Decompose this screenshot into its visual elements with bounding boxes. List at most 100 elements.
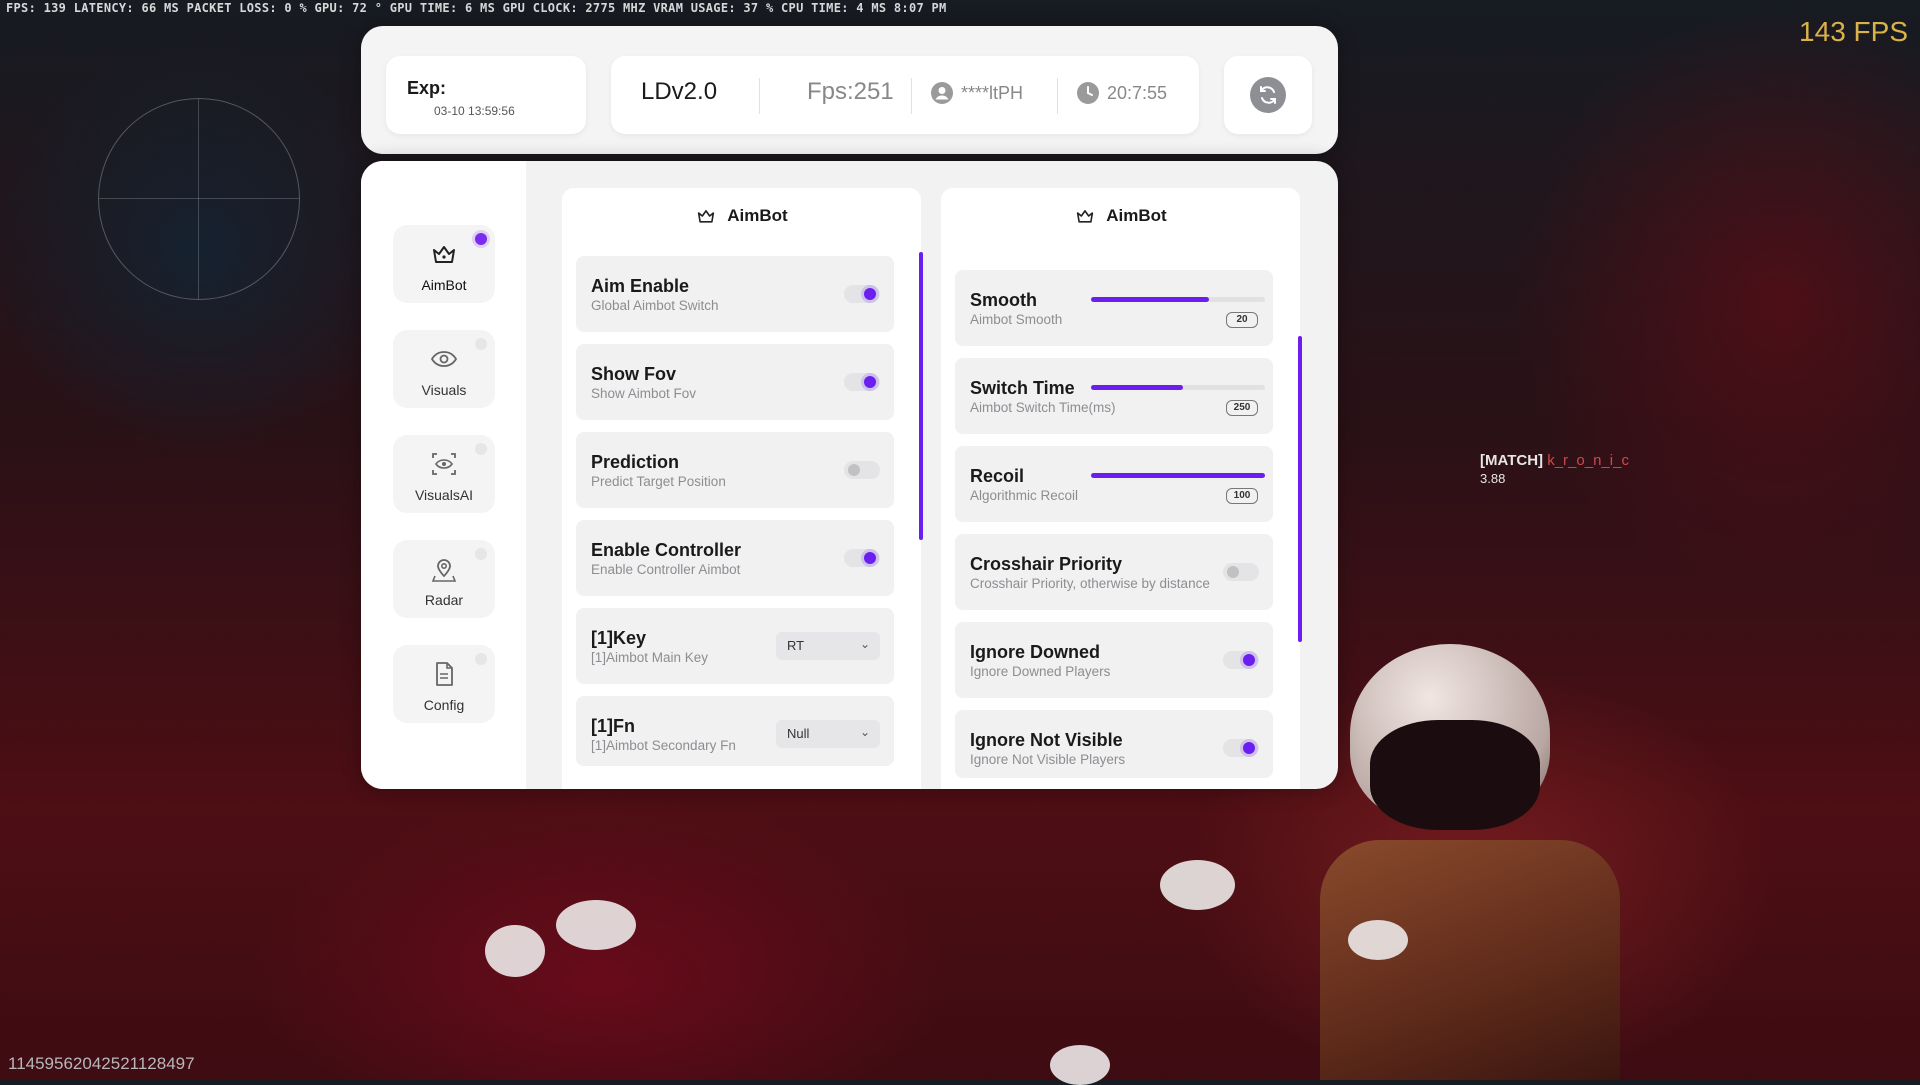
- column-title: AimBot: [727, 206, 788, 225]
- sidebar-item-label: Config: [423, 697, 465, 713]
- sidebar-item-config[interactable]: Config: [393, 645, 495, 723]
- map-pin-icon: [431, 559, 457, 582]
- setting-secondary-fn: [1]Fn [1]Aimbot Secondary Fn Null ⌄: [576, 696, 894, 766]
- crown-icon: [1077, 210, 1094, 223]
- user-icon: [931, 82, 953, 104]
- recoil-slider[interactable]: [1091, 473, 1265, 478]
- setting-title: Switch Time: [970, 378, 1075, 398]
- match-player: k_r_o_n_i_c: [1547, 452, 1629, 469]
- setting-description: [1]Aimbot Main Key: [591, 650, 709, 665]
- sidebar-item-label: Radar: [424, 592, 464, 608]
- sidebar-item-visualsai[interactable]: VisualsAI: [393, 435, 495, 513]
- aimbot-general-column: AimBot Aim Enable Global Aimbot Switch S…: [562, 188, 923, 789]
- aim-enable-toggle[interactable]: [844, 285, 880, 303]
- sidebar-item-label: AimBot: [421, 277, 467, 293]
- user-info: ****ltPH: [931, 82, 1023, 104]
- match-score: 3.88: [1480, 471, 1506, 486]
- setting-show-fov: Show Fov Show Aimbot Fov: [576, 344, 894, 420]
- sidebar-item-aimbot[interactable]: AimBot: [393, 225, 495, 303]
- info-card: LDv2.0 Fps:251 ****ltPH 20:7:55: [611, 56, 1199, 134]
- setting-main-key: [1]Key [1]Aimbot Main Key RT ⌄: [576, 608, 894, 684]
- slider-value: 20: [1226, 312, 1258, 328]
- performance-overlay: FPS: 139 LATENCY: 66 MS PACKET LOSS: 0 %…: [6, 1, 947, 15]
- fps-counter: 143 FPS: [1799, 16, 1908, 47]
- sidebar-item-label: Visuals: [421, 382, 467, 398]
- setting-enable-controller: Enable Controller Enable Controller Aimb…: [576, 520, 894, 596]
- setting-prediction: Prediction Predict Target Position: [576, 432, 894, 508]
- secondary-fn-select[interactable]: Null ⌄: [776, 720, 880, 748]
- slider-value: 250: [1226, 400, 1258, 416]
- sidebar-item-visuals[interactable]: Visuals: [393, 330, 495, 408]
- setting-title: Ignore Not Visible: [970, 730, 1123, 750]
- setting-description: Ignore Not Visible Players: [970, 752, 1126, 767]
- setting-switch-time: Switch Time Aimbot Switch Time(ms) 250: [955, 358, 1273, 434]
- inactive-indicator: [475, 548, 487, 560]
- setting-ignore-downed: Ignore Downed Ignore Downed Players: [955, 622, 1273, 698]
- crown-icon: [698, 210, 715, 223]
- top-bar: Exp: 03-10 13:59:56 LDv2.0 Fps:251 ****l…: [361, 26, 1338, 154]
- session-id: 1145956204252112849​7: [8, 1054, 195, 1073]
- sidebar-item-label: VisualsAI: [414, 487, 474, 503]
- refresh-icon: [1260, 86, 1276, 104]
- refresh-card: [1224, 56, 1312, 134]
- setting-recoil: Recoil Algorithmic Recoil 100: [955, 446, 1273, 522]
- setting-title: [1]Key: [591, 628, 647, 648]
- column-header: AimBot: [941, 188, 1300, 244]
- setting-description: Crosshair Priority, otherwise by distanc…: [970, 576, 1210, 591]
- sidebar-item-radar[interactable]: Radar: [393, 540, 495, 618]
- sidebar: AimBot Visuals VisualsAI Radar Config: [361, 161, 526, 789]
- crosshair-circle: [98, 98, 300, 300]
- column-scrollbar[interactable]: [919, 252, 923, 540]
- inactive-indicator: [475, 443, 487, 455]
- decor-light: [485, 925, 545, 977]
- setting-description: Aimbot Switch Time(ms): [970, 400, 1116, 415]
- switch-time-slider[interactable]: [1091, 385, 1265, 390]
- decor-light: [1050, 1045, 1110, 1085]
- smooth-slider[interactable]: [1091, 297, 1265, 302]
- inactive-indicator: [475, 653, 487, 665]
- enable-controller-toggle[interactable]: [844, 549, 880, 567]
- setting-description: Ignore Downed Players: [970, 664, 1111, 679]
- setting-description: Global Aimbot Switch: [591, 298, 719, 313]
- decor-light: [1160, 860, 1235, 910]
- setting-title: Smooth: [970, 290, 1037, 310]
- setting-title: [1]Fn: [591, 716, 635, 736]
- setting-description: Algorithmic Recoil: [970, 488, 1079, 503]
- eye-icon: [430, 351, 458, 367]
- setting-description: [1]Aimbot Secondary Fn: [591, 738, 736, 753]
- ignore-not-visible-toggle[interactable]: [1223, 739, 1259, 757]
- username: ****ltPH: [961, 82, 1024, 103]
- setting-title: Recoil: [970, 466, 1025, 486]
- crown-icon: [433, 246, 455, 263]
- setting-description: Enable Controller Aimbot: [591, 562, 741, 577]
- main-key-select[interactable]: RT ⌄: [776, 632, 880, 660]
- expiry-card: Exp: 03-10 13:59:56: [386, 56, 586, 134]
- crosshair-priority-toggle[interactable]: [1223, 563, 1259, 581]
- fps-display: Fps:251: [807, 78, 894, 105]
- setting-crosshair-priority: Crosshair Priority Crosshair Priority, o…: [955, 534, 1273, 610]
- refresh-button[interactable]: [1250, 77, 1286, 113]
- expiry-label: Exp:: [407, 78, 447, 98]
- setting-title: Crosshair Priority: [970, 554, 1123, 574]
- setting-title: Aim Enable: [591, 276, 690, 296]
- ignore-downed-toggle[interactable]: [1223, 651, 1259, 669]
- column-header: AimBot: [562, 188, 921, 244]
- column-scrollbar[interactable]: [1298, 336, 1302, 642]
- scan-eye-icon: [432, 453, 456, 475]
- clock-icon: [1077, 82, 1099, 104]
- chevron-down-icon: ⌄: [859, 725, 870, 739]
- decor-light: [1348, 920, 1408, 960]
- active-indicator: [475, 233, 487, 245]
- main-panel: AimBot Visuals VisualsAI Radar Config Ai…: [361, 161, 1338, 789]
- aimbot-advanced-column: AimBot Smooth Aimbot Smooth 20 Switch Ti…: [941, 188, 1302, 789]
- clock-time: 20:7:55: [1107, 82, 1168, 103]
- slider-value: 100: [1226, 488, 1258, 504]
- setting-description: Aimbot Smooth: [970, 312, 1063, 327]
- setting-aim-enable: Aim Enable Global Aimbot Switch: [576, 256, 894, 332]
- setting-title: Prediction: [591, 452, 680, 472]
- show-fov-toggle[interactable]: [844, 373, 880, 391]
- prediction-toggle[interactable]: [844, 461, 880, 479]
- setting-title: Ignore Downed: [970, 642, 1100, 662]
- setting-title: Enable Controller: [591, 540, 742, 560]
- setting-smooth: Smooth Aimbot Smooth 20: [955, 270, 1273, 346]
